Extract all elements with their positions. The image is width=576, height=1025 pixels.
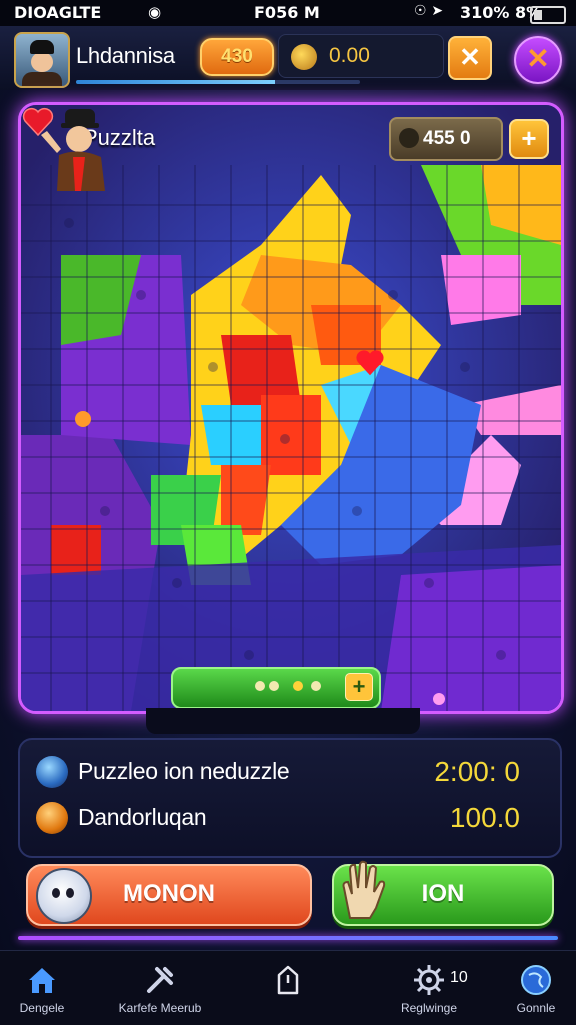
status-bar: DIOAGLTE ◉ F056 M ☉ ➤ 310% 8% (0, 0, 576, 26)
score-icon (399, 128, 419, 148)
nav-label: Gonnle (516, 1001, 556, 1015)
battery-icon (530, 6, 566, 24)
top-bar: Lhdannisa 430 0.00 ✕ ✕ (0, 26, 576, 90)
monon-button[interactable]: MONON (26, 864, 312, 926)
ion-button[interactable]: ION (332, 860, 554, 926)
coin-counter[interactable]: 0.00 (278, 34, 444, 78)
nav-item-home[interactable]: Dengele (0, 951, 84, 1025)
location-icon: ☉ ➤ (414, 3, 444, 19)
add-piece-button[interactable]: + (345, 673, 373, 701)
exit-button[interactable]: ✕ (514, 36, 562, 84)
puzzle-board[interactable]: Puzzlta 455 0 + + (18, 102, 564, 714)
score-box: 455 0 (389, 117, 503, 161)
bottom-nav: Dengele Karfefe Meerub Reglwinge 10 Gonn… (0, 950, 576, 1025)
nav-label: Reglwinge (400, 1001, 458, 1015)
heart-piece-icon (356, 350, 384, 376)
orange-orb-icon (36, 802, 68, 834)
monon-button-label: MONON (123, 880, 215, 907)
home-icon (29, 968, 55, 993)
gem-count: 430 (221, 46, 253, 67)
close-icon: ✕ (526, 43, 550, 74)
gem-counter[interactable]: 430 (200, 38, 274, 76)
add-score-button[interactable]: + (509, 119, 549, 159)
tray-dot (311, 681, 321, 691)
info-row-time: Puzzleo ion neduzzle 2:00: 0 (20, 750, 560, 794)
tray-dot (293, 681, 303, 691)
nav-item-share[interactable] (250, 951, 326, 1025)
info-value: 100.0 (449, 802, 520, 833)
coin-icon (291, 44, 317, 70)
info-value: 2:00: 0 (434, 756, 520, 787)
board-stand (146, 708, 420, 734)
tools-icon (147, 967, 173, 993)
nav-item-tools[interactable]: Karfefe Meerub (100, 951, 220, 1025)
info-row-score: Dandorluqan 100.0 (20, 796, 560, 840)
glow-divider (18, 936, 558, 940)
settings-icon (414, 965, 444, 995)
wifi-icon: ◉ (148, 3, 162, 21)
avatar[interactable] (14, 32, 70, 88)
nav-item-globe[interactable]: Gonnle (496, 951, 576, 1025)
info-label: Dandorluqan (78, 804, 207, 830)
score-value: 455 0 (423, 128, 471, 149)
blue-orb-icon (36, 756, 68, 788)
coin-count: 0.00 (329, 44, 370, 67)
ion-button-label: ION (421, 880, 465, 907)
nav-item-settings[interactable]: Reglwinge (384, 951, 474, 1025)
puzzle-map (21, 105, 561, 711)
tray-dot (269, 681, 279, 691)
nav-label: Dengele (19, 1001, 65, 1015)
player-name: Lhdannisa (76, 43, 175, 68)
character-sprite (41, 109, 105, 191)
share-icon (277, 965, 299, 995)
tray-dot (255, 681, 265, 691)
carrier-label: DIOAGLTE (14, 3, 102, 22)
info-panel: Puzzleo ion neduzzle 2:00: 0 Dandorluqan… (18, 738, 562, 858)
globe-icon (521, 965, 551, 995)
close-button[interactable]: ✕ (448, 36, 492, 80)
marker-icon[interactable] (75, 411, 91, 427)
clock-label: F056 M (254, 3, 320, 22)
nav-badge-count: 10 (450, 969, 468, 986)
nav-label: Karfefe Meerub (118, 1001, 202, 1015)
level-progress-bar (76, 80, 360, 84)
piece-tray[interactable]: + (171, 667, 381, 709)
info-label: Puzzleo ion neduzzle (78, 758, 290, 784)
